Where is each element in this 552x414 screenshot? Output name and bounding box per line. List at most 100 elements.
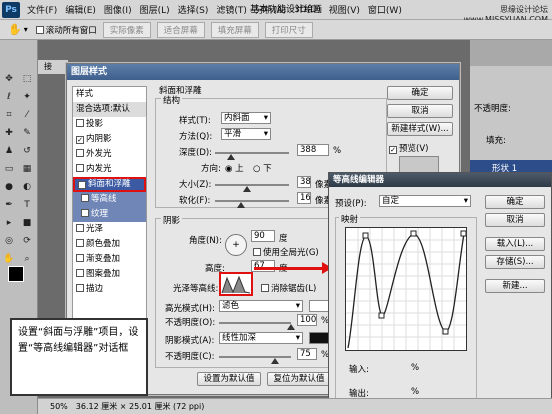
style-item-outer-glow[interactable]: 外发光 xyxy=(73,147,146,162)
workspace-painting[interactable]: 绘画 xyxy=(304,2,322,15)
style-item-drop-shadow[interactable]: 投影 xyxy=(73,117,146,132)
menu-view[interactable]: 视图(V) xyxy=(325,3,364,16)
fit-screen-button[interactable]: 适合屏幕 xyxy=(156,21,205,38)
depth-slider-knob[interactable] xyxy=(227,154,235,160)
contour-graph[interactable] xyxy=(345,227,467,351)
direction-down-radio[interactable]: ○ 下 xyxy=(253,162,272,174)
bevel-style-select[interactable]: 内斜面 ▾ xyxy=(221,112,271,124)
menu-filter[interactable]: 滤镜(T) xyxy=(212,3,251,16)
shadow-opacity-slider[interactable] xyxy=(219,356,291,358)
contour-curve xyxy=(346,228,467,350)
style-item-contour[interactable]: 等高线 xyxy=(73,192,146,207)
healing-brush-icon[interactable]: ✚ xyxy=(2,126,16,140)
shape-tool-icon[interactable]: ■ xyxy=(20,216,34,230)
direction-up-radio[interactable]: ◉ 上 xyxy=(225,162,244,174)
zoom-tool-icon[interactable]: ⌕ xyxy=(20,252,34,266)
highlight-opacity-slider[interactable] xyxy=(219,322,291,324)
lasso-tool-icon[interactable]: ℓ xyxy=(2,90,16,104)
eyedropper-icon[interactable]: ⁄ xyxy=(20,108,34,122)
type-tool-icon[interactable]: T xyxy=(20,198,34,212)
style-item-pattern-overlay[interactable]: 图案叠加 xyxy=(73,267,146,282)
shadow-opacity-knob[interactable] xyxy=(271,358,279,364)
chevron-down-icon[interactable]: ▾ xyxy=(24,25,28,34)
workspace-essentials[interactable]: 基本功能 xyxy=(250,2,286,15)
blending-options[interactable]: 混合选项:默认 xyxy=(73,102,146,117)
zoom-level[interactable]: 50% xyxy=(50,402,68,411)
magic-wand-icon[interactable]: ✦ xyxy=(20,90,34,104)
stamp-tool-icon[interactable]: ♟ xyxy=(2,144,16,158)
ok-button[interactable]: 确定 xyxy=(387,86,453,100)
brush-tool-icon[interactable]: ✎ xyxy=(20,126,34,140)
technique-select[interactable]: 平滑 ▾ xyxy=(221,128,271,140)
angle-dial[interactable]: + xyxy=(225,234,247,256)
altitude-input[interactable]: 67 xyxy=(251,260,275,272)
soften-slider-knob[interactable] xyxy=(237,202,245,208)
style-header[interactable]: 样式 xyxy=(73,87,146,102)
size-input[interactable]: 38 xyxy=(297,176,311,188)
cancel-button[interactable]: 取消 xyxy=(387,104,453,118)
menu-edit[interactable]: 编辑(E) xyxy=(61,3,100,16)
contour-load-button[interactable]: 载入(L)... xyxy=(485,237,545,251)
menu-window[interactable]: 窗口(W) xyxy=(364,3,406,16)
shadow-mode-select[interactable]: 线性加深 ▾ xyxy=(219,332,303,344)
3d-orbit-icon[interactable]: ⟳ xyxy=(20,234,34,248)
preset-select[interactable]: 自定 ▾ xyxy=(379,195,471,207)
style-item-inner-shadow[interactable]: ✓ 内阴影 xyxy=(73,132,146,147)
contour-save-button[interactable]: 存储(S)... xyxy=(485,255,545,269)
eraser-tool-icon[interactable]: ▭ xyxy=(2,162,16,176)
highlight-opacity-knob[interactable] xyxy=(287,324,295,330)
hand-tool-icon[interactable]: ✋ xyxy=(8,23,22,36)
angle-input[interactable]: 90 xyxy=(251,230,275,242)
reset-default-button[interactable]: 复位为默认值 xyxy=(267,372,331,386)
global-light-checkbox[interactable]: 使用全局光(G) xyxy=(253,246,319,258)
marquee-tool-icon[interactable]: ⬚ xyxy=(20,72,34,86)
crop-tool-icon[interactable]: ⌗ xyxy=(2,108,16,122)
history-brush-icon[interactable]: ↺ xyxy=(20,144,34,158)
menu-layer[interactable]: 图层(L) xyxy=(136,3,174,16)
gloss-contour-picker[interactable] xyxy=(219,272,253,296)
new-style-button[interactable]: 新建样式(W)... xyxy=(387,122,453,136)
dialog-title: 图层样式 xyxy=(67,64,459,80)
scroll-all-checkbox[interactable]: 滚动所有窗口 xyxy=(35,24,97,36)
style-item-satin[interactable]: 光泽 xyxy=(73,222,146,237)
workspace-switcher: 基本功能 设计 绘画 xyxy=(250,2,322,15)
contour-editor-dialog: 等高线编辑器 预设(P): 自定 ▾ 映射 输入: % 输出: % 确定 取消 载… xyxy=(328,172,552,412)
actual-pixels-button[interactable]: 实际像素 xyxy=(102,21,151,38)
shadow-opacity-input[interactable]: 75 xyxy=(297,348,317,360)
style-item-texture[interactable]: 纹理 xyxy=(73,207,146,222)
size-slider[interactable] xyxy=(215,184,289,186)
set-default-button[interactable]: 设置为默认值 xyxy=(197,372,261,386)
document-tab[interactable]: 接 xyxy=(38,60,68,74)
hand-tool-icon[interactable]: ✋ xyxy=(2,252,16,266)
foreground-color-swatch[interactable] xyxy=(8,266,24,282)
style-item-gradient-overlay[interactable]: 渐变叠加 xyxy=(73,252,146,267)
contour-new-button[interactable]: 新建... xyxy=(485,279,545,293)
style-item-stroke[interactable]: 描边 xyxy=(73,282,146,297)
preview-checkbox[interactable]: ✓ 预览(V) xyxy=(389,142,428,154)
move-tool-icon[interactable]: ✥ xyxy=(2,72,16,86)
blur-tool-icon[interactable]: ● xyxy=(2,180,16,194)
soften-input[interactable]: 16 xyxy=(297,192,311,204)
antialias-checkbox[interactable]: 消除锯齿(L) xyxy=(261,282,316,294)
dodge-tool-icon[interactable]: ◐ xyxy=(20,180,34,194)
highlight-opacity-input[interactable]: 100 xyxy=(297,314,317,326)
style-item-inner-glow[interactable]: 内发光 xyxy=(73,162,146,177)
size-slider-knob[interactable] xyxy=(243,186,251,192)
menu-image[interactable]: 图像(I) xyxy=(100,3,136,16)
menu-file[interactable]: 文件(F) xyxy=(23,3,61,16)
contour-ok-button[interactable]: 确定 xyxy=(485,195,545,209)
pen-tool-icon[interactable]: ✒ xyxy=(2,198,16,212)
fill-screen-button[interactable]: 填充屏幕 xyxy=(210,21,259,38)
workspace-design[interactable]: 设计 xyxy=(286,2,304,15)
soften-slider[interactable] xyxy=(215,200,289,202)
style-item-color-overlay[interactable]: 颜色叠加 xyxy=(73,237,146,252)
depth-input[interactable]: 388 xyxy=(297,144,329,156)
gradient-tool-icon[interactable]: ▦ xyxy=(20,162,34,176)
menu-select[interactable]: 选择(S) xyxy=(174,3,213,16)
path-select-icon[interactable]: ▸ xyxy=(2,216,16,230)
style-item-bevel-emboss[interactable]: ✓ 斜面和浮雕 xyxy=(73,177,146,192)
contour-cancel-button[interactable]: 取消 xyxy=(485,213,545,227)
print-size-button[interactable]: 打印尺寸 xyxy=(264,21,313,38)
3d-rotate-icon[interactable]: ◎ xyxy=(2,234,16,248)
highlight-mode-select[interactable]: 滤色 ▾ xyxy=(219,300,303,312)
